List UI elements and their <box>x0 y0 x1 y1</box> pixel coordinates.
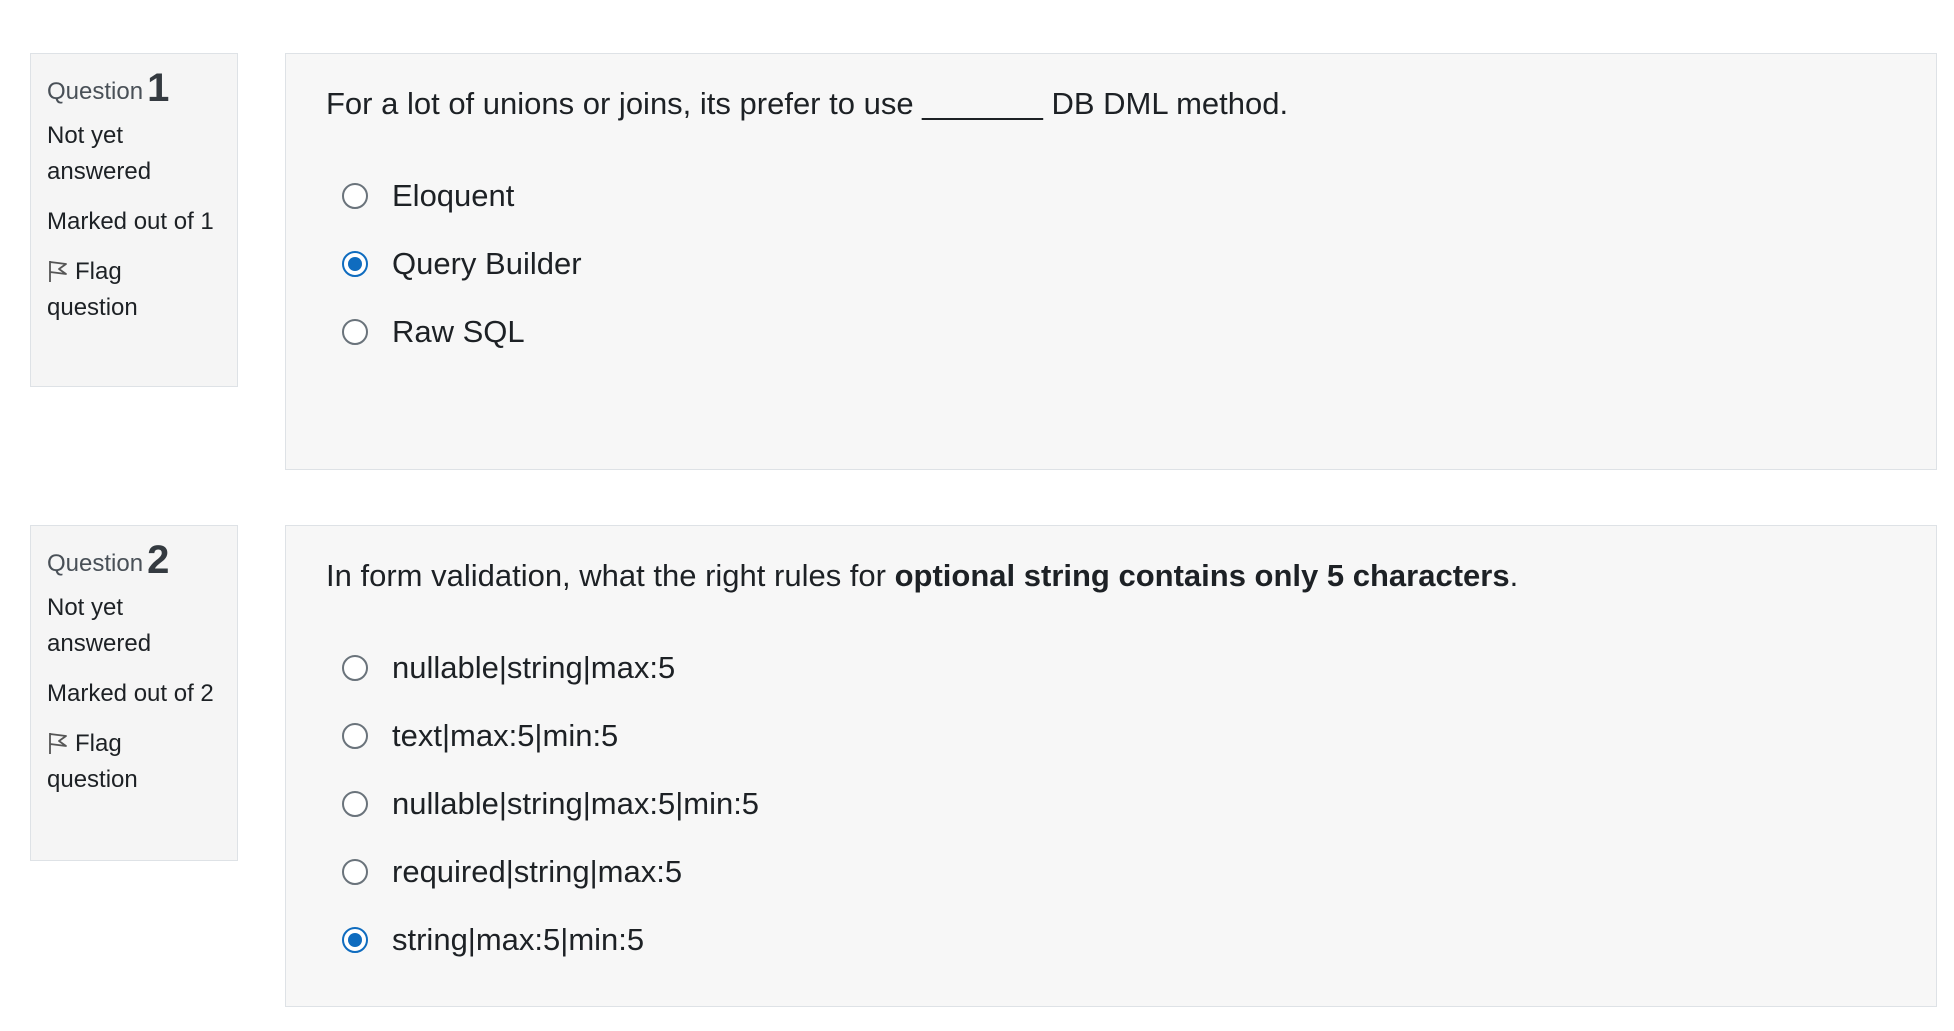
question-label: Question <box>47 550 144 577</box>
flag-question-button[interactable]: Flag question <box>47 254 187 326</box>
question-text: In form validation, what the right rules… <box>326 548 1896 604</box>
answer-option[interactable]: nullable|string|max:5 <box>326 634 1896 702</box>
answer-option[interactable]: Query Builder <box>326 230 1896 298</box>
flag-icon <box>49 261 67 282</box>
question-info: Question 1 Not yet answered Marked out of… <box>30 53 238 387</box>
radio-button[interactable] <box>342 183 368 209</box>
question-content: For a lot of unions or joins, its prefer… <box>285 53 1937 470</box>
answer-option[interactable]: required|string|max:5 <box>326 838 1896 906</box>
question-text: For a lot of unions or joins, its prefer… <box>326 86 1289 121</box>
question-text-bold: optional string contains only 5 characte… <box>894 558 1510 593</box>
answer-label: text|max:5|min:5 <box>392 718 619 753</box>
answer-list: Eloquent Query Builder Raw SQL <box>326 162 1896 366</box>
question-state: Not yet answered <box>47 594 152 657</box>
question-number: Question 1 <box>47 68 221 112</box>
radio-button[interactable] <box>342 791 368 817</box>
answer-label: string|max:5|min:5 <box>392 922 645 957</box>
answer-option[interactable]: Raw SQL <box>326 298 1896 366</box>
answer-label: nullable|string|max:5|min:5 <box>392 786 760 821</box>
answer-list: nullable|string|max:5 text|max:5|min:5 n… <box>326 634 1896 974</box>
radio-button[interactable] <box>342 319 368 345</box>
question-text-prefix: In form validation, what the right rules… <box>326 558 895 593</box>
question-num: 2 <box>147 538 170 582</box>
question-grade: Marked out of 1 <box>47 208 214 235</box>
flag-icon <box>49 733 67 754</box>
answer-label: Eloquent <box>392 178 515 213</box>
answer-label: nullable|string|max:5 <box>392 650 676 685</box>
question-label: Question <box>47 78 144 105</box>
answer-option[interactable]: nullable|string|max:5|min:5 <box>326 770 1896 838</box>
radio-button[interactable] <box>342 655 368 681</box>
radio-button-selected[interactable] <box>342 251 368 277</box>
answer-label: Raw SQL <box>392 314 525 349</box>
answer-option[interactable]: text|max:5|min:5 <box>326 702 1896 770</box>
answer-label: required|string|max:5 <box>392 854 683 889</box>
radio-button-selected[interactable] <box>342 927 368 953</box>
question-info: Question 2 Not yet answered Marked out of… <box>30 525 238 861</box>
answer-option[interactable]: string|max:5|min:5 <box>326 906 1896 974</box>
question-text-suffix: . <box>1509 558 1519 593</box>
question-state: Not yet answered <box>47 122 152 185</box>
question-num: 1 <box>147 66 170 110</box>
question-grade: Marked out of 2 <box>47 680 214 707</box>
question-number: Question 2 <box>47 540 221 584</box>
answer-option[interactable]: Eloquent <box>326 162 1896 230</box>
flag-question-button[interactable]: Flag question <box>47 726 187 798</box>
radio-button[interactable] <box>342 859 368 885</box>
answer-label: Query Builder <box>392 246 582 281</box>
radio-button[interactable] <box>342 723 368 749</box>
question-content: In form validation, what the right rules… <box>285 525 1937 1007</box>
